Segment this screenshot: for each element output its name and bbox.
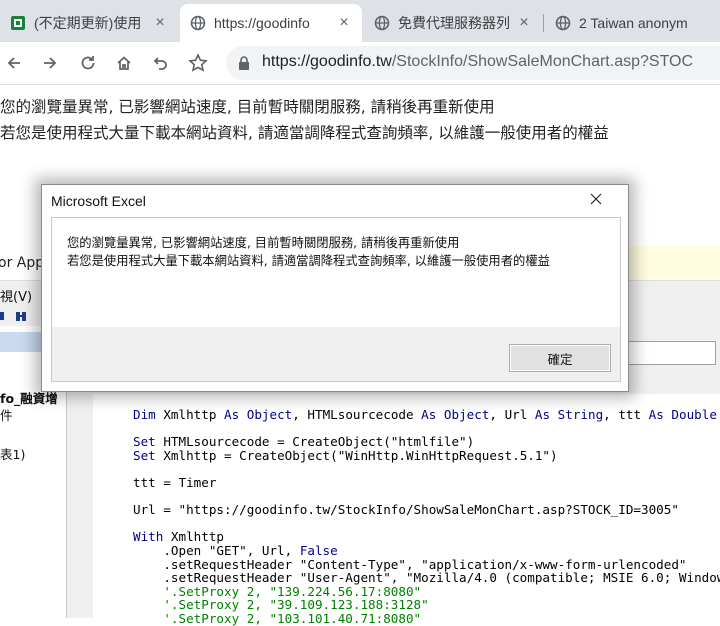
undo-icon[interactable]: [148, 51, 172, 75]
url-text[interactable]: https://goodinfo.tw/StockInfo/ShowSaleMo…: [262, 53, 693, 71]
code-line: ttt = Timer: [133, 474, 217, 490]
tab-separator: [543, 14, 544, 32]
vba-title-highlight: [622, 246, 720, 280]
reload-icon[interactable]: [76, 51, 100, 75]
browser-toolbar: https://goodinfo.tw/StockInfo/ShowSaleMo…: [0, 42, 720, 85]
close-tab-icon[interactable]: ×: [152, 14, 168, 31]
close-tab-icon[interactable]: ×: [516, 14, 532, 31]
tab-title: 2 Taiwan anonym: [579, 15, 688, 31]
sheets-favicon-icon: [11, 16, 25, 30]
tab-title: https://goodinfo: [214, 15, 310, 31]
ok-button[interactable]: 確定: [509, 344, 611, 372]
code-line: Set Xmlhttp = CreateObject("WinHttp.WinH…: [133, 447, 558, 463]
tab-title: 免費代理服務器列: [398, 15, 510, 31]
code-margin: [75, 394, 93, 618]
browser-tab-strip: (不定期更新)使用 × https://goodinfo × 免費代理服務器列 …: [0, 0, 720, 42]
vba-code-editor[interactable]: Dim Xmlhttp As Object, HTMLsourcecode As…: [75, 394, 720, 625]
globe-icon: [555, 15, 571, 31]
code-line: '.SetProxy 2, "103.101.40.71:8080": [133, 610, 422, 626]
page-message-line-1: 您的瀏覽量異常, 已影響網站速度, 目前暫時關閉服務, 請稍後再重新使用: [0, 98, 495, 116]
code-line: Url = "https://goodinfo.tw/StockInfo/Sho…: [133, 502, 679, 518]
browser-tab-4[interactable]: 2 Taiwan anonym: [545, 4, 720, 42]
lock-icon[interactable]: [238, 56, 250, 71]
browser-tab-1[interactable]: (不定期更新)使用 ×: [0, 4, 178, 42]
home-icon[interactable]: [112, 51, 136, 75]
vba-window-title: or App: [0, 255, 45, 271]
find-icon[interactable]: [0, 312, 30, 327]
bookmark-star-icon[interactable]: [186, 51, 210, 75]
excel-message-dialog: Microsoft Excel 您的瀏覽量異常, 已影響網站速度, 目前暫時關閉…: [41, 184, 629, 392]
url-path: /StockInfo/ShowSaleMonChart.asp?STOC: [391, 53, 694, 70]
dialog-message: 您的瀏覽量異常, 已影響網站速度, 目前暫時關閉服務, 請稍後再重新使用 若您是使…: [67, 236, 550, 268]
dialog-titlebar[interactable]: Microsoft Excel: [42, 185, 628, 217]
vba-toolbar: [0, 310, 30, 327]
vba-code: Dim Xmlhttp As Object, HTMLsourcecode As…: [133, 408, 720, 626]
dialog-footer: 確定: [51, 327, 621, 382]
globe-icon: [374, 15, 390, 31]
vba-menu-view[interactable]: 視(V): [0, 286, 32, 305]
browser-tab-2-active[interactable]: https://goodinfo ×: [180, 4, 362, 42]
dialog-body: 您的瀏覽量異常, 已影響網站速度, 目前暫時關閉服務, 請稍後再重新使用 若您是使…: [51, 217, 621, 328]
page-message-line-2: 若您是使用程式大量下載本網站資料, 請適當調降程式查詢頻率, 以維護一般使用者的…: [0, 124, 609, 142]
close-tab-icon[interactable]: ×: [336, 14, 352, 31]
close-icon[interactable]: [573, 185, 619, 213]
globe-icon: [190, 15, 206, 31]
address-bar[interactable]: https://goodinfo.tw/StockInfo/ShowSaleMo…: [226, 46, 720, 80]
code-line: Dim Xmlhttp As Object, HTMLsourcecode As…: [133, 407, 717, 422]
url-host: https://goodinfo.tw: [262, 53, 392, 70]
dialog-title: Microsoft Excel: [51, 193, 146, 209]
vba-project-item[interactable]: 件: [0, 405, 13, 424]
vba-project-item[interactable]: 表1): [0, 444, 25, 463]
browser-tab-3[interactable]: 免費代理服務器列 ×: [364, 4, 542, 42]
tab-title: (不定期更新)使用: [34, 15, 142, 31]
back-icon[interactable]: [2, 51, 26, 75]
forward-icon[interactable]: [38, 51, 62, 75]
